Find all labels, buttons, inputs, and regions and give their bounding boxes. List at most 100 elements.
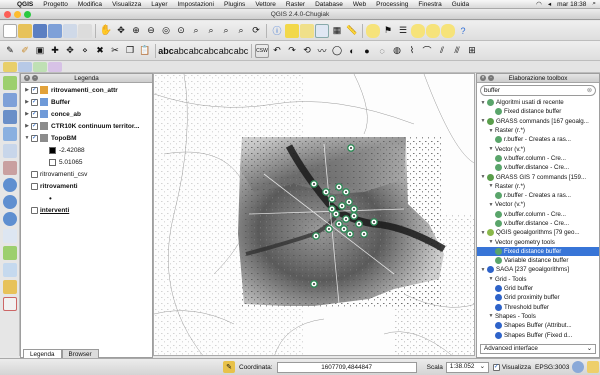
label-icon[interactable]: abc bbox=[158, 44, 174, 58]
add-ring-icon[interactable]: ◯ bbox=[330, 44, 344, 58]
deselect-icon[interactable] bbox=[300, 23, 314, 38]
add-oracle-layer-icon[interactable] bbox=[3, 161, 17, 175]
menu-vettore[interactable]: Vettore bbox=[250, 1, 281, 8]
legend-layer[interactable]: ▶ ✓ conce_ab bbox=[23, 108, 150, 120]
search-icon[interactable]: ⌕ bbox=[592, 0, 596, 8]
zoom-in-icon[interactable]: ⊕ bbox=[129, 24, 143, 38]
toolbox-algorithm[interactable]: Shapes Buffer (Fixed d... bbox=[477, 330, 599, 339]
scale-field[interactable]: 1:38.052 ⌄ bbox=[445, 361, 489, 373]
add-delimited-text-icon[interactable] bbox=[3, 229, 17, 243]
menu-qgis[interactable]: QGIS bbox=[12, 1, 38, 8]
node-tool-icon[interactable]: ⋄ bbox=[78, 44, 92, 58]
close-panel-icon[interactable]: × bbox=[480, 75, 486, 81]
toolbox-search-input[interactable]: buffer ⊗ bbox=[480, 85, 596, 96]
zoom-last-icon[interactable]: ⌕ bbox=[219, 24, 233, 38]
chevron-right-icon[interactable]: ▶ bbox=[23, 123, 31, 129]
zoom-next-icon[interactable]: ⌕ bbox=[234, 24, 248, 38]
menu-guida[interactable]: Guida bbox=[447, 1, 474, 8]
new-shapefile-icon[interactable] bbox=[3, 246, 17, 260]
render-checkbox[interactable]: ✓ bbox=[492, 363, 500, 371]
split-parts-icon[interactable]: ⫻ bbox=[450, 44, 464, 58]
toolbox-algorithm[interactable]: Fixed distance buffer bbox=[477, 107, 599, 116]
plugin-b-icon[interactable] bbox=[18, 61, 32, 72]
reshape-icon[interactable]: ⌇ bbox=[405, 44, 419, 58]
layer-visibility-checkbox[interactable]: ✓ bbox=[31, 122, 38, 130]
toolbox-algorithm[interactable]: v.buffer.column - Cre... bbox=[477, 154, 599, 163]
volume-icon[interactable]: ◂ bbox=[548, 0, 551, 8]
merge-features-icon[interactable]: ⊞ bbox=[465, 44, 479, 58]
toolbox-algorithm[interactable]: v.buffer.distance - Cre... bbox=[477, 219, 599, 228]
map-tips-icon[interactable] bbox=[366, 23, 380, 38]
chevron-down-icon[interactable]: ▼ bbox=[487, 183, 495, 189]
pan-hand-icon[interactable]: ✋ bbox=[99, 24, 113, 38]
new-project-icon[interactable] bbox=[3, 23, 17, 38]
pan-to-selection-icon[interactable]: ✥ bbox=[114, 24, 128, 38]
move-label-icon[interactable]: abc bbox=[204, 44, 219, 58]
menu-visualizza[interactable]: Visualizza bbox=[107, 1, 146, 8]
menu-web[interactable]: Web bbox=[348, 1, 371, 8]
save-edits-icon[interactable]: ▣ bbox=[33, 44, 47, 58]
coordinate-field[interactable]: 1607709,4844847 bbox=[276, 361, 417, 373]
toolbox-group[interactable]: ▼ Vector (v.*) bbox=[477, 144, 599, 153]
copy-features-icon[interactable]: ❐ bbox=[123, 44, 137, 58]
move-feature-icon[interactable]: ✥ bbox=[63, 44, 77, 58]
add-raster-layer-icon[interactable] bbox=[3, 93, 17, 107]
refresh-icon[interactable]: ⟳ bbox=[249, 24, 263, 38]
measure-icon[interactable]: 📏 bbox=[345, 24, 359, 38]
redo-icon[interactable]: ↷ bbox=[285, 44, 299, 58]
simplify-icon[interactable]: 〰 bbox=[315, 44, 329, 58]
clear-search-icon[interactable]: ⊗ bbox=[587, 86, 592, 96]
interface-select[interactable]: Advanced interface ⌄ bbox=[480, 344, 596, 354]
show-labels-icon[interactable]: abc bbox=[189, 44, 204, 58]
delete-part-icon[interactable]: ◍ bbox=[390, 44, 404, 58]
field-calculator-icon[interactable]: ▦ bbox=[330, 24, 344, 38]
chevron-right-icon[interactable]: ▶ bbox=[23, 111, 31, 117]
save-as-icon[interactable] bbox=[48, 23, 62, 38]
rotate-label-icon[interactable]: abc bbox=[219, 44, 234, 58]
layer-visibility-checkbox[interactable]: ✓ bbox=[31, 86, 38, 94]
toolbox-group[interactable]: ▼ Raster (r.*) bbox=[477, 182, 599, 191]
toolbox-group[interactable]: ▼ Algoritmi usati di recente bbox=[477, 98, 599, 107]
help-icon[interactable]: ? bbox=[456, 24, 470, 38]
attribute-table-icon[interactable] bbox=[315, 23, 329, 38]
add-wfs-layer-icon[interactable] bbox=[3, 212, 17, 226]
plugin-c-icon[interactable] bbox=[33, 61, 47, 72]
cut-features-icon[interactable]: ✂ bbox=[108, 44, 122, 58]
minimize-window-icon[interactable] bbox=[14, 11, 21, 18]
layer-visibility-checkbox[interactable] bbox=[31, 206, 38, 214]
toggle-editing-icon[interactable]: ✐ bbox=[18, 44, 32, 58]
open-project-icon[interactable] bbox=[18, 23, 32, 38]
save-project-icon[interactable] bbox=[33, 23, 47, 38]
plugin-d-icon[interactable] bbox=[48, 61, 62, 72]
float-panel-icon[interactable]: ◦ bbox=[32, 75, 38, 81]
fill-ring-icon[interactable]: ● bbox=[360, 44, 374, 58]
chevron-down-icon[interactable]: ▼ bbox=[23, 135, 31, 141]
split-features-icon[interactable]: ⫽ bbox=[435, 44, 449, 58]
legend-layer[interactable]: ▼ ✓ TopoBM bbox=[23, 132, 150, 144]
toolbox-group[interactable]: ▼ Shapes - Tools bbox=[477, 312, 599, 321]
svg-annotation-icon[interactable] bbox=[441, 23, 455, 38]
chevron-down-icon[interactable]: ▼ bbox=[487, 128, 495, 134]
crs-status[interactable]: EPSG:3003 bbox=[535, 364, 569, 371]
rotate-point-icon[interactable]: ⟲ bbox=[300, 44, 314, 58]
add-wcs-layer-icon[interactable] bbox=[3, 195, 17, 209]
toolbox-group[interactable]: ▼ Grid - Tools bbox=[477, 275, 599, 284]
current-edits-icon[interactable]: ✎ bbox=[3, 44, 17, 58]
close-panel-icon[interactable]: × bbox=[24, 75, 30, 81]
plugin-a-icon[interactable] bbox=[3, 61, 17, 72]
chevron-down-icon[interactable]: ▼ bbox=[479, 118, 487, 124]
chevron-down-icon[interactable]: ▼ bbox=[487, 239, 495, 245]
add-part-icon[interactable]: ◐ bbox=[345, 44, 359, 58]
legend-layer[interactable]: ritrovamenti bbox=[23, 180, 150, 192]
new-spatialite-icon[interactable] bbox=[3, 263, 17, 277]
toolbox-group[interactable]: ▼ Vector (v.*) bbox=[477, 200, 599, 209]
add-feature-icon[interactable]: ✚ bbox=[48, 44, 62, 58]
menu-layer[interactable]: Layer bbox=[146, 1, 172, 8]
toolbox-algorithm[interactable]: Variable distance buffer bbox=[477, 256, 599, 265]
bookmark-icon[interactable]: ⚑ bbox=[381, 24, 395, 38]
identify-icon[interactable]: ⓘ bbox=[270, 24, 284, 38]
add-postgis-layer-icon[interactable] bbox=[3, 110, 17, 124]
form-annotation-icon[interactable] bbox=[426, 23, 440, 38]
offset-curve-icon[interactable]: ⌒ bbox=[420, 44, 434, 58]
toolbox-algorithm[interactable]: Grid buffer bbox=[477, 284, 599, 293]
